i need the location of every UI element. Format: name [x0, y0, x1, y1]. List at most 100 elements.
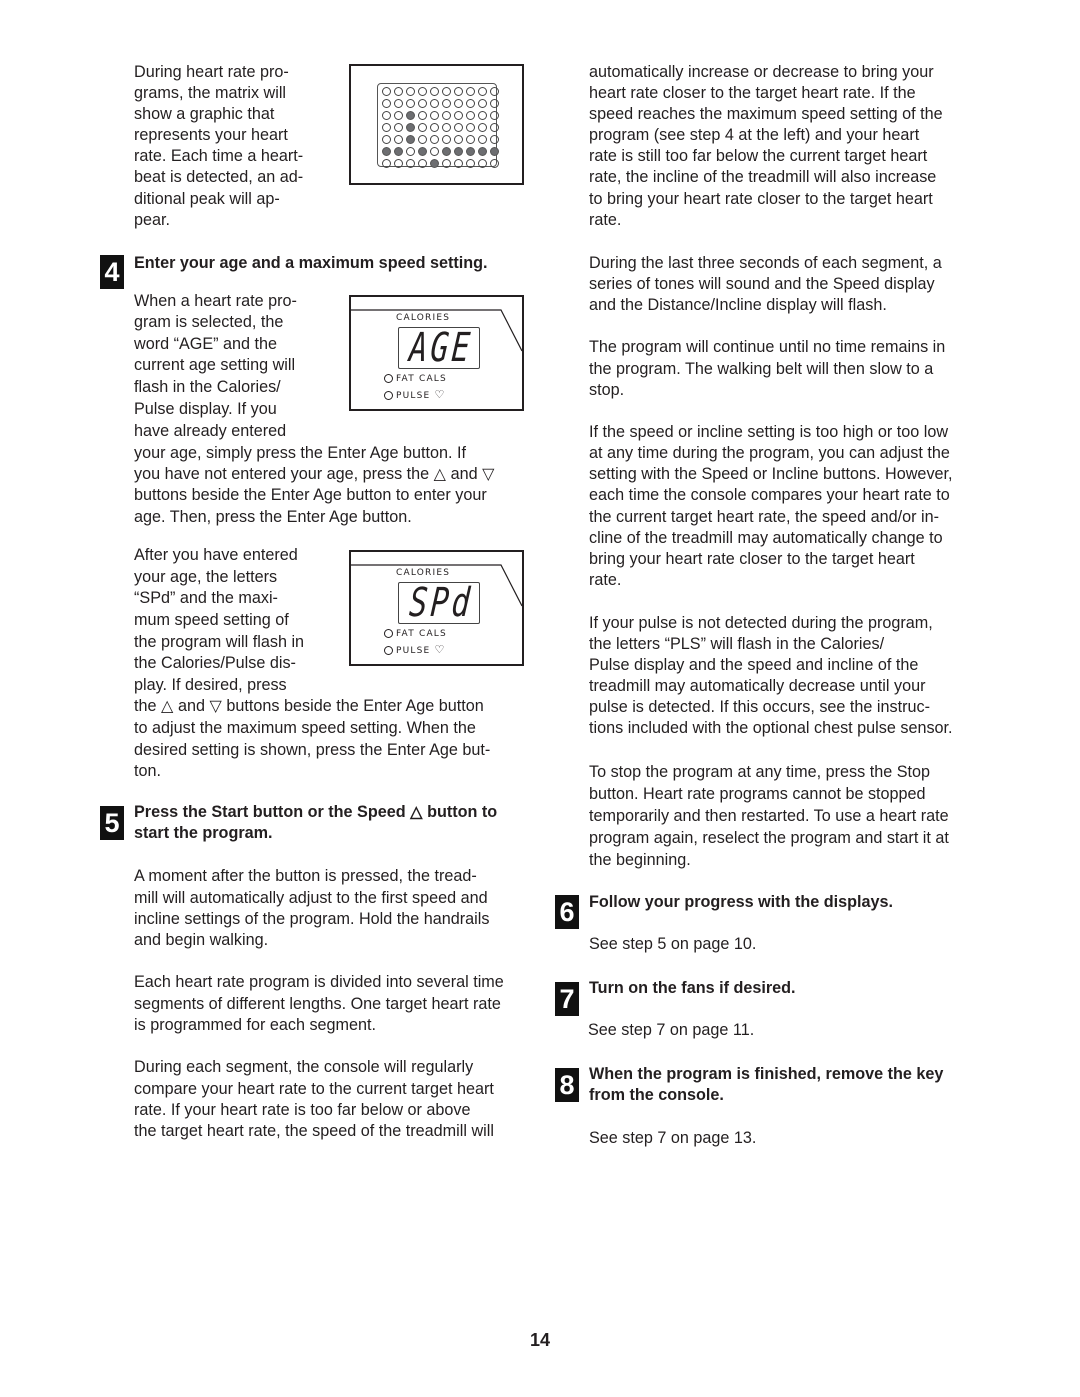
text-line: mill will automatically adjust to the fi… [134, 889, 488, 907]
text-line: word “AGE” and the [134, 335, 278, 353]
led-dot [430, 135, 439, 144]
led-dot [466, 135, 475, 144]
step-heading: Turn on the fans if desired. [589, 979, 796, 997]
led-dot [442, 87, 451, 96]
step-number-badge: 5 [100, 806, 124, 840]
indicator-label: PULSE [396, 646, 431, 656]
text-line: the current target heart rate, the speed… [589, 508, 940, 526]
text-line: rate. [589, 571, 622, 589]
pulse-indicator: PULSE ♡ [384, 643, 446, 656]
led-dot [442, 123, 451, 132]
pulse-indicator: PULSE ♡ [384, 388, 446, 401]
step-number-badge: 7 [555, 982, 579, 1016]
step-cross-reference: See step 5 on page 10. [589, 935, 757, 953]
led-dot [454, 159, 463, 168]
text-line: program (see step 4 at the left) and you… [589, 126, 920, 144]
led-dot [382, 159, 391, 168]
calories-display-spd-figure: CALORIES SPd FAT CALS PULSE ♡ [349, 550, 524, 666]
text-line: treadmill may automatically decrease unt… [589, 677, 926, 695]
text-line: If the speed or incline setting is too h… [589, 423, 949, 441]
led-dot [394, 135, 403, 144]
lcd-readout: SPd [398, 580, 480, 626]
text-line: “SPd” and the maxi- [134, 589, 278, 607]
step-number-badge: 6 [555, 895, 579, 929]
indicator-light-icon [384, 629, 393, 638]
led-dot [466, 159, 475, 168]
led-dot [454, 135, 463, 144]
led-dot-lit [430, 159, 439, 168]
led-dot-lit [466, 147, 475, 156]
step-heading: When the program is finished, remove the… [589, 1065, 944, 1083]
text-line: gram is selected, the [134, 313, 284, 331]
led-dot [406, 99, 415, 108]
led-dot [490, 99, 499, 108]
text-line: the Calories/Pulse dis- [134, 654, 296, 672]
led-dot [394, 111, 403, 120]
text-line: show a graphic that [134, 105, 275, 123]
step-number-badge: 8 [555, 1068, 579, 1102]
indicator-label: FAT CALS [396, 374, 447, 384]
led-dot [478, 123, 487, 132]
text-line: series of tones will sound and the Speed… [589, 275, 935, 293]
text-line: rate. If your heart rate is too far belo… [134, 1101, 471, 1119]
text-line: current age setting will [134, 356, 296, 374]
led-dot [418, 135, 427, 144]
text-line: the target heart rate, the speed of the … [134, 1122, 494, 1140]
step-cross-reference: See step 7 on page 13. [589, 1129, 757, 1147]
led-dot [382, 111, 391, 120]
led-dot [406, 147, 415, 156]
calories-label: CALORIES [396, 568, 451, 578]
text-line: and begin walking. [134, 931, 269, 949]
led-dot-lit [478, 147, 487, 156]
heart-icon: ♡ [434, 643, 446, 656]
text-line: rate is still too far below the current … [589, 147, 928, 165]
text-line: pear. [134, 211, 171, 229]
led-dot [430, 87, 439, 96]
text-line: buttons beside the Enter Age button to e… [134, 486, 487, 504]
calories-display-age-figure: CALORIES AGE FAT CALS PULSE ♡ [349, 295, 524, 411]
indicator-label: FAT CALS [396, 629, 447, 639]
step-heading: Press the Start button or the Speed △ bu… [134, 803, 498, 821]
led-dot [382, 99, 391, 108]
led-dot [418, 123, 427, 132]
led-dot [490, 87, 499, 96]
indicator-label: PULSE [396, 391, 431, 401]
led-dot [418, 159, 427, 168]
led-dot [490, 111, 499, 120]
text-line: incline settings of the program. Hold th… [134, 910, 490, 928]
led-dot [430, 111, 439, 120]
text-line: ton. [134, 762, 162, 780]
step-heading: Enter your age and a maximum speed setti… [134, 254, 488, 272]
text-line: cline of the treadmill may automatically… [589, 529, 943, 547]
led-dot [406, 87, 415, 96]
led-dot [478, 135, 487, 144]
text-line: to bring your heart rate closer to the t… [589, 190, 933, 208]
text-line: Pulse display. If you [134, 400, 277, 418]
led-dot [466, 111, 475, 120]
led-dot [454, 87, 463, 96]
led-dot [454, 111, 463, 120]
heart-rate-matrix-figure [349, 64, 524, 185]
text-line: have already entered [134, 422, 287, 440]
led-dot [490, 159, 499, 168]
led-dot [466, 87, 475, 96]
text-line: represents your heart [134, 126, 288, 144]
text-line: you have not entered your age, press the… [134, 465, 495, 483]
led-dot [442, 111, 451, 120]
led-dot [418, 111, 427, 120]
led-dot [490, 123, 499, 132]
text-line: temporarily and then restarted. To use a… [589, 807, 949, 825]
text-line: segments of different lengths. One targe… [134, 995, 501, 1013]
text-line: speed reaches the maximum speed setting … [589, 105, 943, 123]
text-line: flash in the Calories/ [134, 378, 281, 396]
led-dot [418, 99, 427, 108]
text-line: rate. [589, 211, 622, 229]
text-line: rate, the incline of the treadmill will … [589, 168, 937, 186]
led-dot [394, 159, 403, 168]
text-line: The program will continue until no time … [589, 338, 946, 356]
led-dot [478, 159, 487, 168]
text-line: To stop the program at any time, press t… [589, 763, 931, 781]
text-line: rate. Each time a heart- [134, 147, 304, 165]
text-line: stop. [589, 381, 625, 399]
led-dot-lit [490, 147, 499, 156]
